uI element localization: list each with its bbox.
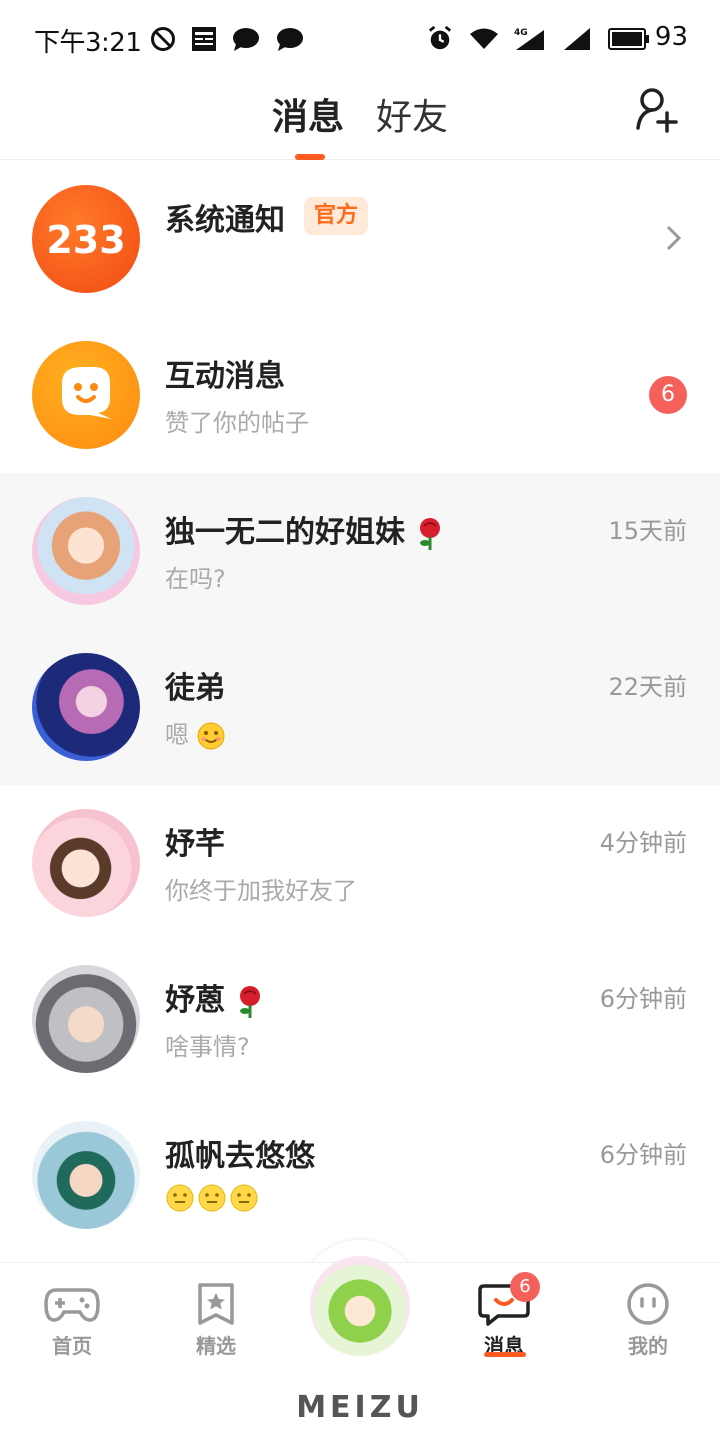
battery-level: 93	[654, 22, 688, 52]
avatar	[32, 965, 140, 1073]
conversation-title: 系统通知	[165, 203, 285, 238]
conversation-preview: 啥事情?	[165, 1033, 250, 1061]
conversation-system-notice[interactable]: 233 系统通知 官方	[0, 161, 720, 317]
conversation-title: 互动消息	[165, 359, 285, 394]
star-bookmark-icon	[198, 1283, 234, 1325]
nav-label: 首页	[52, 1334, 92, 1358]
battery-icon	[608, 28, 649, 50]
unread-count-badge: 6	[649, 376, 687, 414]
nav-profile[interactable]: 我的	[598, 1282, 698, 1359]
nav-active-indicator	[484, 1352, 526, 1357]
alarm-icon	[428, 26, 452, 50]
chevron-right-icon	[666, 225, 682, 251]
smile-emoji-icon	[197, 722, 225, 750]
conversation-list: 233 系统通知 官方 互动消息 赞了你的帖子 6 独一无二的好姐妹 在吗? 1…	[0, 161, 720, 1253]
conversation-title: 孤帆去悠悠	[165, 1139, 315, 1174]
chat-bubble-icon	[233, 28, 259, 51]
device-brand-logo: MEIZU	[296, 1390, 424, 1425]
conversation-title: 徒弟	[165, 671, 225, 706]
avatar-interaction	[32, 341, 140, 449]
conversation-preview: 你终于加我好友了	[165, 877, 357, 905]
conversation-preview: 嗯	[165, 715, 225, 750]
nav-home[interactable]: 首页	[22, 1282, 122, 1359]
conversation-time: 4分钟前	[599, 829, 687, 857]
conversation-chat[interactable]: 妤芊 你终于加我好友了 4分钟前	[0, 785, 720, 941]
news-icon	[192, 27, 216, 51]
face-icon	[627, 1283, 669, 1325]
conversation-time: 6分钟前	[599, 985, 687, 1013]
conversation-interaction[interactable]: 互动消息 赞了你的帖子 6	[0, 317, 720, 473]
tab-friends[interactable]: 好友	[376, 88, 448, 140]
status-time: 下午3:21	[34, 28, 142, 58]
avatar	[32, 809, 140, 917]
conversation-chat[interactable]: 独一无二的好姐妹 在吗? 15天前	[0, 473, 720, 629]
logo-233-icon: 233	[46, 218, 125, 262]
conversation-preview: 赞了你的帖子	[165, 409, 309, 437]
status-bar: 下午3:21 4G 93	[0, 0, 720, 76]
do-not-disturb-icon	[151, 27, 175, 51]
nav-center-avatar[interactable]	[310, 1256, 410, 1356]
add-friend-icon[interactable]	[632, 86, 680, 134]
conversation-chat[interactable]: 妤蒽 啥事情? 6分钟前	[0, 941, 720, 1097]
conversation-chat[interactable]: 徒弟 嗯 22天前	[0, 629, 720, 785]
avatar	[32, 1121, 140, 1229]
smile-bubble-icon	[62, 367, 112, 419]
conversation-time: 6分钟前	[599, 1141, 687, 1169]
nav-label: 精选	[196, 1334, 236, 1358]
svg-text:233: 233	[46, 218, 125, 262]
avatar	[32, 497, 140, 605]
active-tab-indicator	[295, 154, 325, 160]
nav-messages[interactable]: 消息	[454, 1282, 554, 1359]
top-header: 消息 好友	[0, 76, 720, 160]
contact-name: 妤蒽	[165, 983, 225, 1018]
signal-4g-icon: 4G	[514, 28, 544, 50]
conversation-time: 22天前	[608, 673, 687, 701]
signal-icon	[564, 28, 590, 50]
emoji-row-icon	[166, 1184, 258, 1212]
conversation-preview: 在吗?	[165, 565, 226, 593]
conversation-chat[interactable]: 孤帆去悠悠 6分钟前	[0, 1097, 720, 1253]
conversation-title: 妤芊	[165, 827, 225, 862]
conversation-title: 独一无二的好姐妹	[165, 507, 445, 551]
rose-icon	[240, 985, 261, 1018]
rose-icon	[420, 517, 441, 550]
conversation-time: 15天前	[608, 517, 687, 545]
wifi-icon	[470, 28, 498, 49]
nav-featured[interactable]: 精选	[166, 1282, 266, 1359]
avatar	[32, 653, 140, 761]
tab-messages[interactable]: 消息	[272, 88, 344, 140]
avatar-233-logo: 233	[32, 185, 140, 293]
nav-label: 我的	[628, 1334, 668, 1358]
nav-unread-badge: 6	[510, 1272, 540, 1302]
svg-text:4G: 4G	[514, 28, 528, 38]
conversation-title: 妤蒽	[165, 975, 265, 1019]
contact-name: 独一无二的好姐妹	[165, 515, 405, 550]
chat-bubble-icon	[277, 28, 303, 51]
official-badge: 官方	[304, 197, 369, 235]
conversation-preview	[165, 1183, 261, 1213]
preview-text: 嗯	[165, 721, 189, 749]
gamepad-icon	[44, 1288, 100, 1322]
